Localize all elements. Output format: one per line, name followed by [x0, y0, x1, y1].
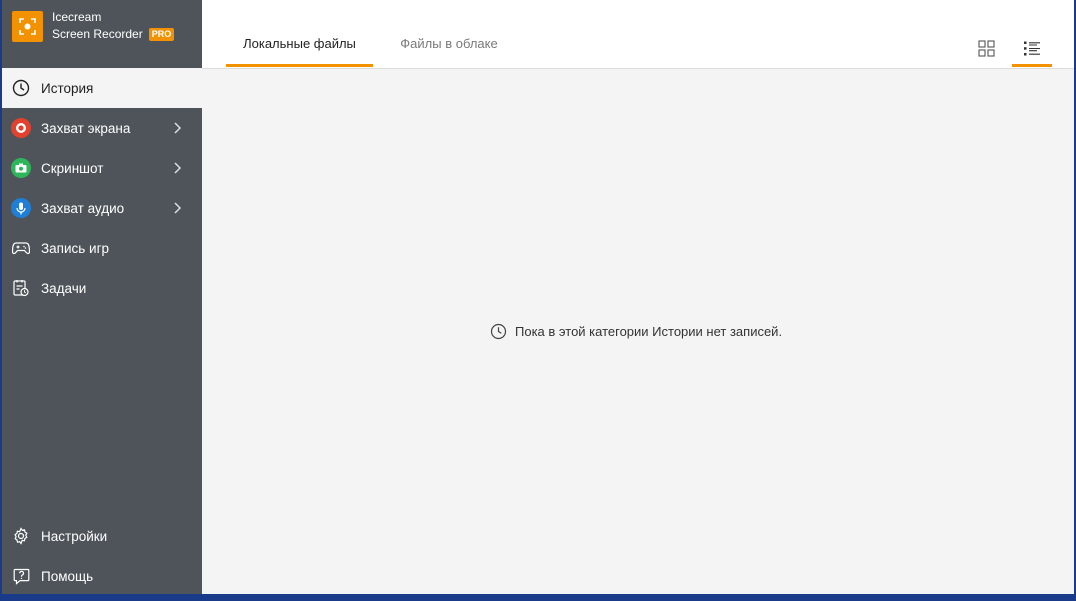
clock-icon: [11, 78, 31, 98]
app-logo-icon: [12, 10, 43, 42]
tab-label: Файлы в облаке: [400, 36, 498, 51]
sidebar: Icecream Screen Recorder PRO История Зах…: [2, 0, 202, 594]
sidebar-item-label: Задачи: [41, 280, 87, 296]
sidebar-item-label: Настройки: [41, 528, 108, 544]
sidebar-item-audio-capture[interactable]: Захват аудио: [2, 188, 202, 228]
clock-icon: [490, 323, 507, 340]
record-icon: [11, 118, 31, 138]
sidebar-item-help[interactable]: Помощь: [2, 556, 202, 594]
chevron-right-icon: [174, 122, 182, 134]
sidebar-item-label: Захват экрана: [41, 120, 131, 136]
tab-bar: Локальные файлы Файлы в облаке: [202, 0, 1074, 69]
empty-state: Пока в этой категории Истории нет записе…: [490, 323, 782, 340]
grid-view-icon: [977, 40, 995, 57]
app-brand: Icecream Screen Recorder PRO: [12, 8, 175, 44]
grid-view-button[interactable]: [966, 36, 1006, 66]
tab-label: Локальные файлы: [243, 36, 356, 51]
list-view-button[interactable]: [1012, 36, 1052, 67]
sidebar-item-label: Захват аудио: [41, 200, 125, 216]
sidebar-item-screen-capture[interactable]: Захват экрана: [2, 108, 202, 148]
app-name-line1: Icecream: [52, 10, 102, 24]
microphone-icon: [11, 198, 31, 218]
sidebar-item-screenshot[interactable]: Скриншот: [2, 148, 202, 188]
tab-cloud-files[interactable]: Файлы в облаке: [384, 36, 514, 66]
help-icon: [11, 566, 31, 586]
camera-icon: [11, 158, 31, 178]
sidebar-item-label: История: [41, 80, 94, 96]
gamepad-icon: [11, 238, 31, 258]
empty-state-message: Пока в этой категории Истории нет записе…: [515, 324, 783, 339]
tab-local-files[interactable]: Локальные файлы: [226, 36, 373, 67]
list-view-icon: [1024, 41, 1040, 56]
gear-icon: [11, 526, 31, 546]
chevron-right-icon: [174, 162, 182, 174]
tasks-icon: [11, 278, 31, 298]
sidebar-item-tasks[interactable]: Задачи: [2, 268, 202, 308]
sidebar-item-settings[interactable]: Настройки: [2, 516, 202, 556]
app-name-line2: Screen Recorder: [52, 27, 143, 41]
sidebar-item-label: Скриншот: [41, 160, 104, 176]
chevron-right-icon: [174, 202, 182, 214]
app-window: Icecream Screen Recorder PRO История Зах…: [2, 0, 1074, 594]
sidebar-item-label: Помощь: [41, 568, 94, 584]
sidebar-item-label: Запись игр: [41, 240, 110, 256]
sidebar-item-history[interactable]: История: [2, 68, 202, 108]
sidebar-item-game-recording[interactable]: Запись игр: [2, 228, 202, 268]
pro-badge: PRO: [148, 28, 175, 41]
